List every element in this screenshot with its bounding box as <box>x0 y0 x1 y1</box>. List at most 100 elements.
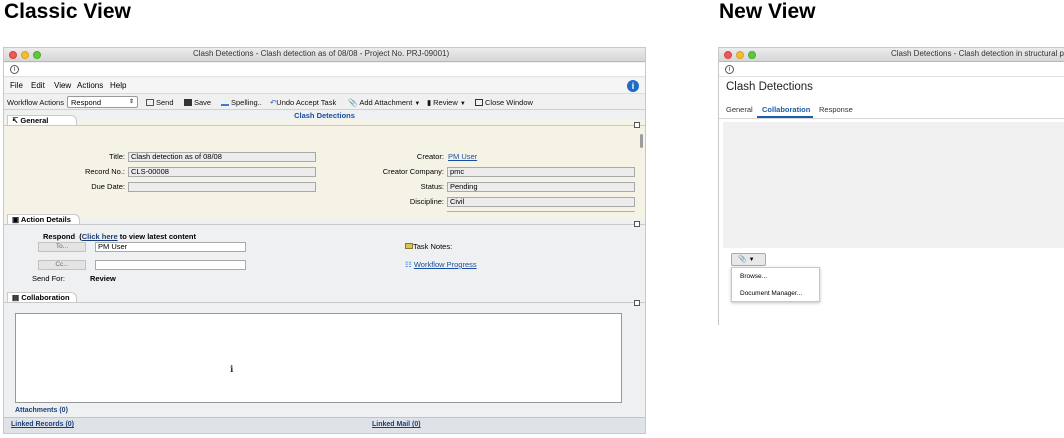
review-icon: ▮ <box>427 98 432 107</box>
new-infobar: i <box>719 63 1064 77</box>
workflow-actions-value: Respond <box>71 98 102 107</box>
discipline-field[interactable]: Civil <box>447 197 635 207</box>
to-field[interactable]: PM User <box>95 242 246 252</box>
minimize-window-dot[interactable] <box>736 51 744 59</box>
tab-collaboration[interactable]: Collaboration <box>762 105 810 114</box>
collaboration-editor[interactable]: ℹ <box>15 313 622 403</box>
menu-file[interactable]: File <box>10 81 23 90</box>
close-window-icon <box>475 99 483 106</box>
tab-divider <box>719 118 1064 119</box>
record-no-label: Record No.: <box>84 167 125 176</box>
attachments-link[interactable]: Attachments (0) <box>15 407 68 414</box>
save-button[interactable]: Save <box>184 98 211 107</box>
spelling-button[interactable]: Spelling.. <box>221 98 262 107</box>
cc-field[interactable] <box>95 260 246 270</box>
info-icon[interactable]: i <box>10 65 19 74</box>
form-title: Clash Detections <box>294 111 355 120</box>
info-icon[interactable]: i <box>725 65 734 74</box>
linked-mail-link[interactable]: Linked Mail (0) <box>372 421 421 428</box>
collab-icon: ▤ <box>12 293 20 302</box>
click-here-link[interactable]: Click here <box>82 232 118 241</box>
zoom-window-dot[interactable] <box>748 51 756 59</box>
send-for-value: Review <box>90 274 116 283</box>
general-tab[interactable]: ↸ General <box>7 115 77 125</box>
new-page-title: Clash Detections <box>726 81 813 93</box>
collaboration-area[interactable] <box>723 122 1064 248</box>
dropdown-arrow-icon: ▼ <box>459 101 466 107</box>
menu-help[interactable]: Help <box>110 81 126 90</box>
record-no-field[interactable]: CLS-00008 <box>128 167 316 177</box>
respond-line: Respond (Click here to view latest conte… <box>43 232 196 241</box>
zoom-window-dot[interactable] <box>33 51 41 59</box>
new-view-heading: New View <box>719 0 816 23</box>
collapse-action-icon[interactable] <box>634 221 640 227</box>
classic-window-title: Clash Detections - Clash detection as of… <box>193 49 450 58</box>
creator-company-field[interactable]: pmc <box>447 167 635 177</box>
workflow-icon: ☷ <box>405 260 412 269</box>
due-date-label: Due Date: <box>91 182 125 191</box>
creator-company-label: Creator Company: <box>382 167 444 176</box>
tab-response[interactable]: Response <box>819 105 853 114</box>
tab-general[interactable]: General <box>726 105 753 114</box>
status-label: Status: <box>420 182 444 191</box>
close-window-dot[interactable] <box>724 51 732 59</box>
select-arrows-icon: ⇕ <box>128 99 134 105</box>
close-window-button[interactable]: Close Window <box>475 98 533 107</box>
active-tab-indicator <box>757 116 813 118</box>
menu-view[interactable]: View <box>54 81 71 90</box>
classic-titlebar: Clash Detections - Clash detection as of… <box>4 48 645 62</box>
discipline-label: Discipline: <box>409 197 444 206</box>
review-button[interactable]: ▮ Review ▼ <box>427 98 466 107</box>
due-date-field[interactable] <box>128 182 316 192</box>
scrollbar-thumb[interactable] <box>640 134 643 148</box>
menu-browse[interactable]: Browse... <box>740 273 767 280</box>
close-window-dot[interactable] <box>9 51 17 59</box>
title-label: Title: <box>109 152 125 161</box>
collaboration-tab[interactable]: ▤ Collaboration <box>7 292 77 302</box>
new-window: Clash Detections - Clash detection in st… <box>718 47 1064 325</box>
workflow-progress[interactable]: ☷ Workflow Progress <box>405 260 477 269</box>
paperclip-icon: 📎 <box>348 98 358 107</box>
creator-label: Creator: <box>416 152 444 161</box>
linked-records-link[interactable]: Linked Records (0) <box>11 421 74 428</box>
envelope-icon <box>146 99 154 106</box>
classic-infobar: i <box>4 63 645 77</box>
collapse-collab-icon[interactable] <box>634 300 640 306</box>
menu-document-manager[interactable]: Document Manager... <box>740 290 802 297</box>
wrench-icon: ↸ <box>12 116 19 125</box>
attach-menu-button[interactable]: 📎 ▼ <box>731 253 766 266</box>
task-notes[interactable]: Task Notes: <box>405 242 452 251</box>
collab-divider <box>4 302 645 303</box>
to-button[interactable]: To... <box>38 242 86 252</box>
undo-accept-task-button[interactable]: ↶Undo Accept Task <box>270 98 336 107</box>
minimize-window-dot[interactable] <box>21 51 29 59</box>
action-details-tab[interactable]: ▣ Action Details <box>7 214 80 224</box>
collapse-general-icon[interactable] <box>634 122 640 128</box>
dropdown-arrow-icon: ▼ <box>414 101 421 107</box>
spellcheck-icon <box>221 99 229 106</box>
menu-bar: File Edit View Actions Help i <box>4 78 645 94</box>
title-field[interactable]: Clash detection as of 08/08 <box>128 152 316 162</box>
menu-actions[interactable]: Actions <box>77 81 103 90</box>
new-window-title: Clash Detections - Clash detection in st… <box>891 49 1064 58</box>
status-field[interactable]: Pending <box>447 182 635 192</box>
cc-button[interactable]: Cc... <box>38 260 86 270</box>
classic-window: Clash Detections - Clash detection as of… <box>3 47 646 434</box>
add-attachment-button[interactable]: 📎 Add Attachment ▼ <box>348 98 420 107</box>
text-cursor-icon: ℹ <box>230 364 234 374</box>
classic-view-heading: Classic View <box>4 0 131 23</box>
workflow-actions-label: Workflow Actions <box>7 98 64 107</box>
linked-footer: Linked Records (0) Linked Mail (0) <box>4 417 645 433</box>
general-divider <box>4 125 645 126</box>
send-button[interactable]: Send <box>146 98 174 107</box>
menu-edit[interactable]: Edit <box>31 81 45 90</box>
help-info-icon[interactable]: i <box>627 80 639 92</box>
new-titlebar: Clash Detections - Clash detection in st… <box>719 48 1064 62</box>
workflow-actions-select[interactable]: Respond ⇕ <box>67 96 138 108</box>
toolbar: Workflow Actions Respond ⇕ Send Save Spe… <box>4 95 645 110</box>
action-icon: ▣ <box>12 215 20 224</box>
creator-link[interactable]: PM User <box>448 152 477 161</box>
notes-icon <box>405 243 413 249</box>
send-for-label: Send For: <box>32 274 65 283</box>
attach-dropdown-menu: Browse... Document Manager... <box>731 267 820 302</box>
